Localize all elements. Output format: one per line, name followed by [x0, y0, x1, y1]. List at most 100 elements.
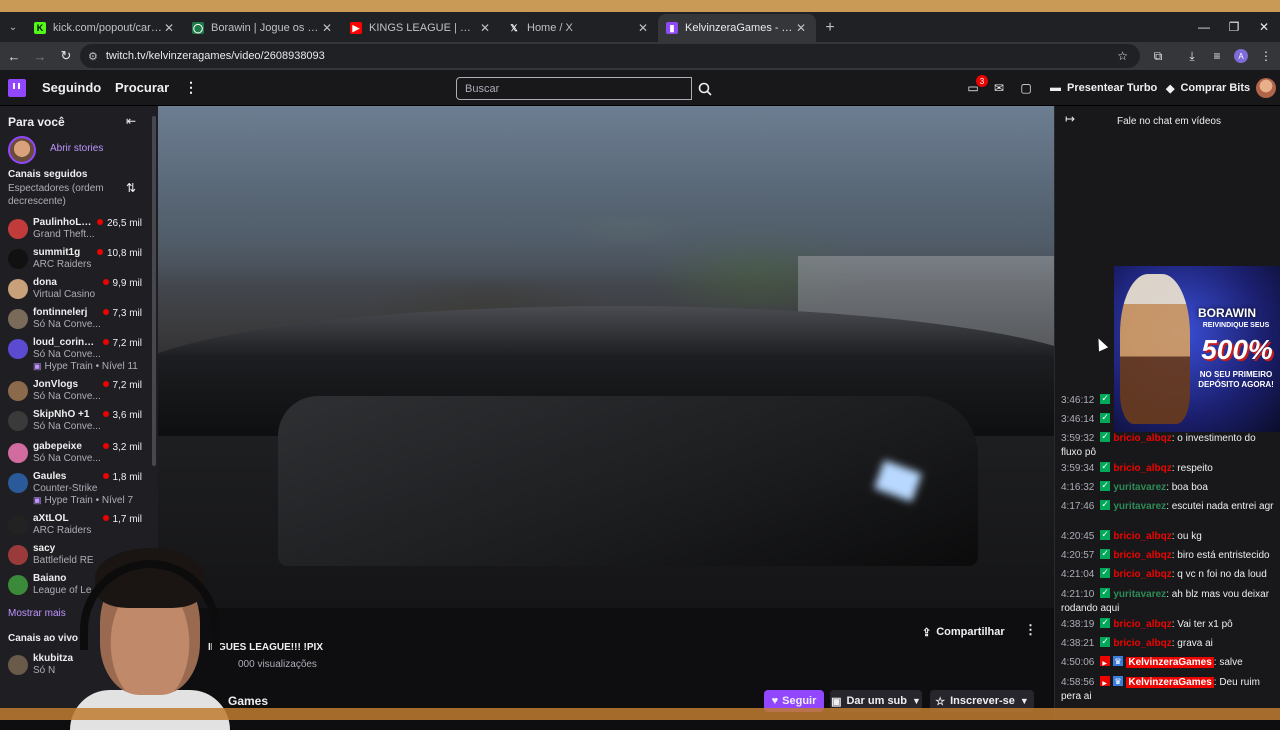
show-more-link[interactable]: Mostrar mais: [8, 608, 66, 619]
reload-icon[interactable]: ↻: [54, 44, 78, 68]
search-button[interactable]: [692, 77, 718, 100]
notification-count-badge: 3: [976, 75, 988, 87]
get-bits-button[interactable]: ◆ Comprar Bits: [1166, 78, 1250, 98]
back-icon[interactable]: ←: [2, 44, 26, 68]
chat-message: 4:58:56KelvinzeraGames: Deu ruim pera ai: [1061, 675, 1275, 704]
chat-text: respeito: [1177, 463, 1213, 474]
stories-avatar[interactable]: [8, 136, 36, 164]
followed-channel-item[interactable]: dona Virtual Casino 9,9 mil: [0, 275, 152, 305]
video-player[interactable]: [158, 106, 1054, 608]
site-info-icon[interactable]: ⚙: [88, 50, 98, 63]
followed-channel-item[interactable]: aXtLOL ARC Raiders 1,7 mil: [0, 511, 152, 541]
followed-channel-item[interactable]: loud_coringaSó Na Conve...7,2 mil Hype Tr…: [0, 335, 152, 375]
close-window-icon[interactable]: ✕: [1248, 12, 1280, 42]
channel-avatar: [8, 473, 28, 493]
followed-channel-item[interactable]: fontinnelerj Só Na Conve... 7,3 mil: [0, 305, 152, 335]
restore-icon[interactable]: ❐: [1218, 12, 1250, 42]
ad-banner[interactable]: BORAWIN REIVINDIQUE SEUS 500% NO SEU PRI…: [1114, 266, 1280, 432]
whispers-icon[interactable]: ▢: [1017, 79, 1035, 97]
media-control-icon[interactable]: ≡: [1205, 44, 1229, 68]
gift-icon: ▣: [831, 695, 842, 708]
sidebar-scrollbar[interactable]: [152, 116, 156, 466]
chat-text: escutei nada entrei agr: [1171, 501, 1274, 512]
nav-following-link[interactable]: Seguindo: [42, 80, 101, 95]
channel-name-link[interactable]: Games: [228, 694, 268, 708]
channel-name: PaulinhoLO...: [33, 217, 95, 228]
browser-tab[interactable]: 𝕏 Home / X ✕: [500, 14, 658, 42]
chat-timestamp: 3:59:32: [1061, 433, 1095, 444]
share-button[interactable]: ⇪ Compartilhar: [922, 622, 1005, 642]
followed-channel-item[interactable]: GaulesCounter-Strike 1,8 mil Hype Train • …: [0, 469, 152, 509]
viewer-count: 3,6 mil: [103, 410, 142, 421]
chat-timestamp: 4:21:04: [1061, 569, 1095, 580]
chat-username[interactable]: KelvinzeraGames: [1126, 677, 1214, 688]
chat-username[interactable]: bricio_albqz: [1113, 433, 1171, 444]
collapse-chat-icon[interactable]: ↦: [1065, 112, 1075, 126]
twitch-logo-icon[interactable]: [8, 79, 26, 97]
ad-claim: REIVINDIQUE SEUS: [1202, 322, 1270, 329]
chat-username[interactable]: bricio_albqz: [1113, 463, 1171, 474]
channel-name: gabepeixe: [33, 441, 82, 452]
chat-username[interactable]: yuritavarez: [1113, 501, 1166, 512]
channel-avatar: [8, 381, 28, 401]
inbox-icon[interactable]: ✉: [990, 79, 1008, 97]
browser-tab[interactable]: K kick.com/popout/carioca/chat ✕: [26, 14, 184, 42]
close-tab-icon[interactable]: ✕: [794, 21, 808, 35]
new-tab-icon[interactable]: +: [816, 14, 844, 42]
subscriber-badge-icon: [1100, 429, 1111, 443]
chat-username[interactable]: bricio_albqz: [1113, 531, 1171, 542]
video-more-options-icon[interactable]: ⋮: [1024, 622, 1037, 638]
browser-tab-active[interactable]: ▮ KelvinzeraGames - Twitch ✕: [658, 14, 816, 42]
channel-avatar: [8, 545, 28, 565]
chat-username[interactable]: yuritavarez: [1113, 482, 1166, 493]
followed-channel-item[interactable]: JonVlogs Só Na Conve... 7,2 mil: [0, 377, 152, 407]
browser-tab[interactable]: ▶ KINGS LEAGUE | ÚLTIMA RO ✕: [342, 14, 500, 42]
viewer-count: 7,2 mil: [103, 338, 142, 349]
desktop-background: [0, 0, 1280, 12]
browser-menu-icon[interactable]: ⋮: [1254, 44, 1278, 68]
viewer-count: 7,3 mil: [103, 308, 142, 319]
channel-name: fontinnelerj: [33, 307, 88, 318]
close-tab-icon[interactable]: ✕: [636, 21, 650, 35]
user-avatar[interactable]: [1256, 78, 1276, 98]
followed-channel-item[interactable]: PaulinhoLO... Grand Theft... 26,5 mil: [0, 215, 152, 245]
profile-icon[interactable]: A: [1229, 44, 1253, 68]
subscriber-badge-icon: [1100, 585, 1111, 599]
chevron-down-icon: ▼: [912, 696, 921, 706]
channel-game: Só Na Conve...: [33, 421, 101, 432]
more-options-icon[interactable]: ⋮: [184, 79, 198, 96]
close-tab-icon[interactable]: ✕: [320, 21, 334, 35]
browser-tab-bar: ⌄ K kick.com/popout/carioca/chat ✕ ◯ Bor…: [0, 12, 1280, 42]
chat-text: biro está entristecido: [1177, 550, 1270, 561]
close-tab-icon[interactable]: ✕: [478, 21, 492, 35]
bookmark-star-icon[interactable]: ☆: [1117, 49, 1128, 63]
downloads-icon[interactable]: ⤓: [1180, 44, 1204, 68]
followed-channel-item[interactable]: gabepeixe Só Na Conve... 3,2 mil: [0, 439, 152, 469]
nav-browse-link[interactable]: Procurar: [115, 80, 169, 95]
channel-name: dona: [33, 277, 57, 288]
sort-icon[interactable]: ⇅: [126, 181, 136, 195]
collapse-sidebar-icon[interactable]: ⇤: [126, 114, 136, 128]
chat-username[interactable]: bricio_albqz: [1113, 550, 1171, 561]
open-stories-link[interactable]: Abrir stories: [50, 143, 103, 154]
close-tab-icon[interactable]: ✕: [162, 21, 176, 35]
chat-username[interactable]: KelvinzeraGames: [1126, 657, 1214, 668]
channel-game: ARC Raiders: [33, 525, 92, 536]
address-bar[interactable]: ⚙ twitch.tv/kelvinzeragames/video/260893…: [80, 44, 1140, 68]
browser-tab[interactable]: ◯ Borawin | Jogue os Melhores Sl ✕: [184, 14, 342, 42]
channel-name: loud_coringa: [33, 337, 95, 348]
followed-channel-item[interactable]: summit1g ARC Raiders 10,8 mil: [0, 245, 152, 275]
tab-search-icon[interactable]: ⌄: [0, 12, 26, 42]
minimize-icon[interactable]: —: [1188, 12, 1220, 42]
gift-turbo-button[interactable]: ▬ Presentear Turbo: [1050, 78, 1157, 98]
extensions-icon[interactable]: ⧉: [1146, 44, 1170, 68]
x-favicon-icon: 𝕏: [510, 22, 518, 33]
chat-username[interactable]: yuritavarez: [1113, 589, 1166, 600]
followed-channel-item[interactable]: SkipNhO +1 Só Na Conve... 3,6 mil: [0, 407, 152, 437]
search-input[interactable]: [456, 77, 692, 100]
chat-username[interactable]: bricio_albqz: [1113, 638, 1171, 649]
chat-username[interactable]: bricio_albqz: [1113, 619, 1171, 630]
chat-username[interactable]: bricio_albqz: [1113, 569, 1171, 580]
forward-icon[interactable]: →: [28, 44, 52, 68]
crown-badge-icon: [1113, 675, 1124, 689]
